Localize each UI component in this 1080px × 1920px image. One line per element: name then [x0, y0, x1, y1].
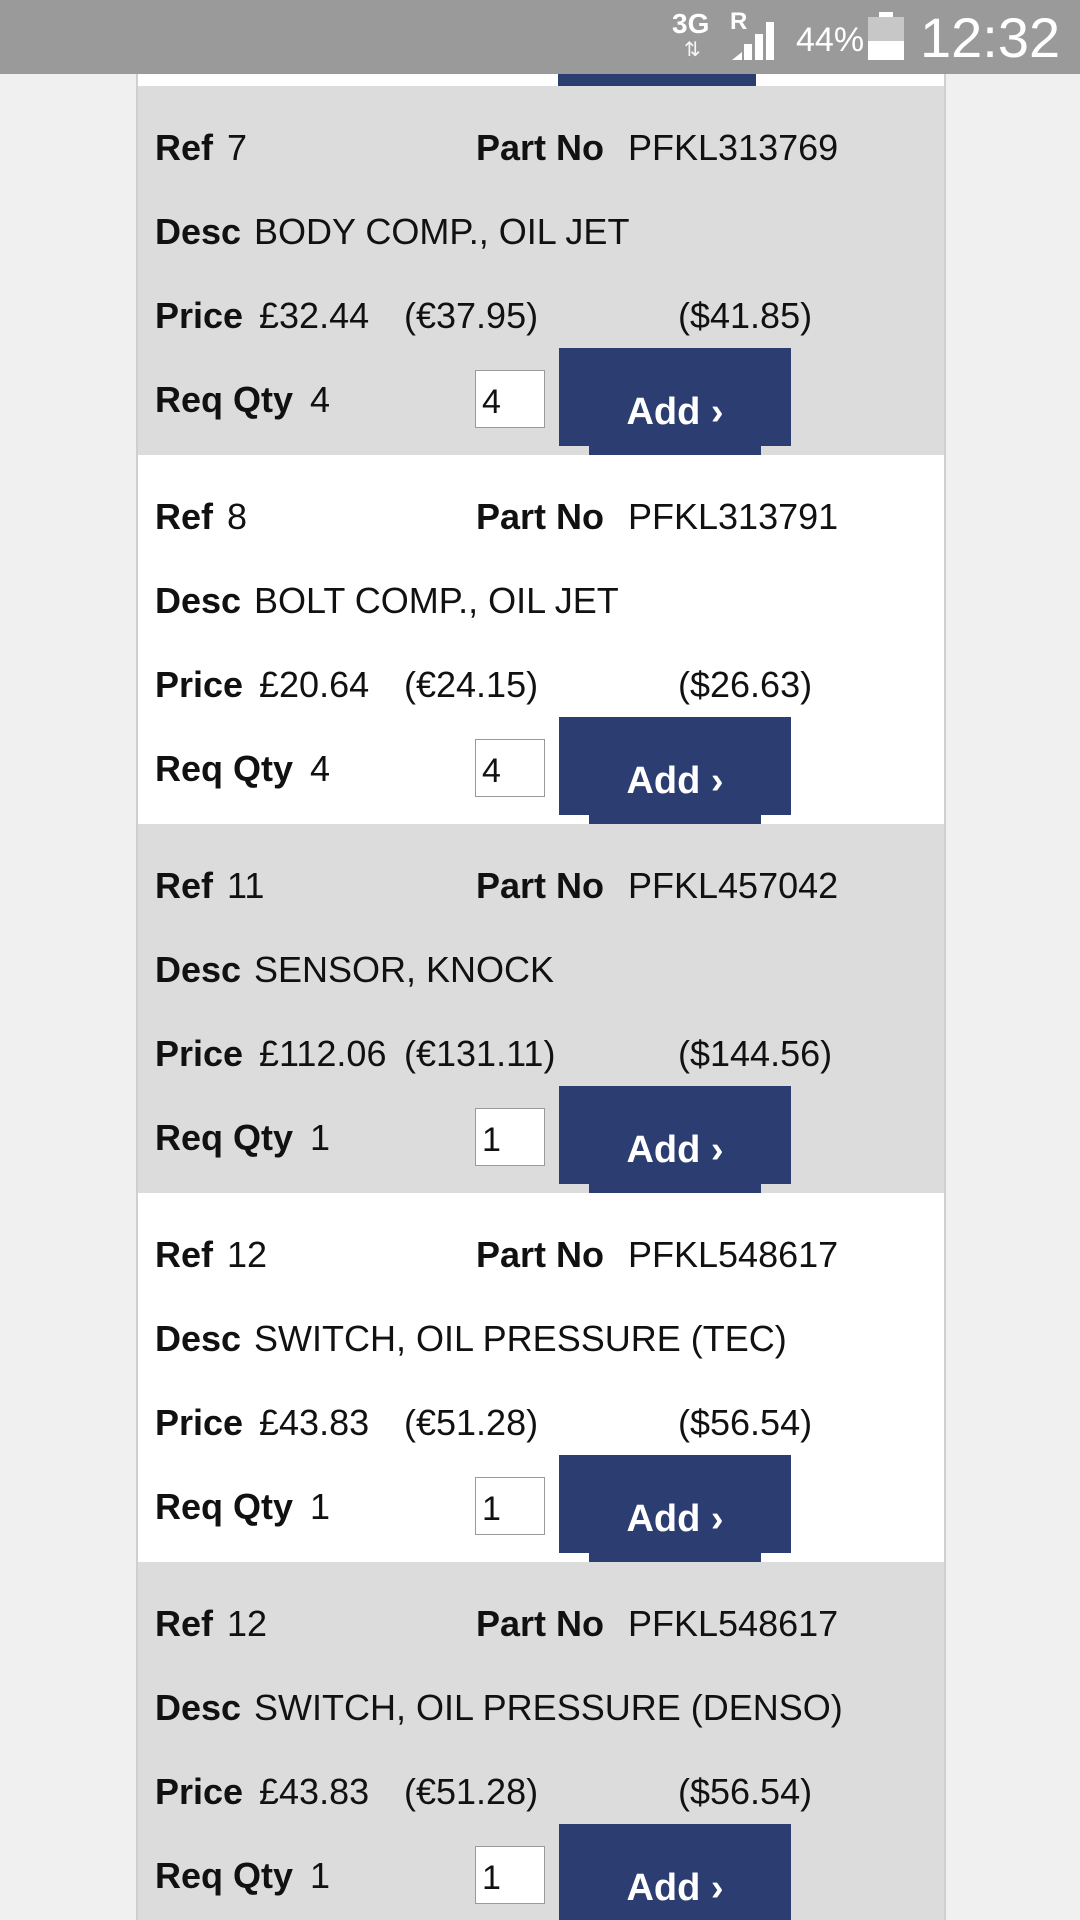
status-bar: 3G ⇅ R 44% 12:32 [0, 0, 1080, 74]
part-no-label: Part No [476, 1603, 605, 1644]
ref-value: 12 [227, 1603, 268, 1644]
part-row: Ref 7 Part No PFKL313769 Desc BODY COMP.… [138, 86, 944, 455]
add-to-basket-button[interactable]: Add › [559, 717, 791, 815]
add-button-base [589, 1553, 761, 1562]
req-qty-label: Req Qty [155, 1855, 294, 1896]
signal-icon [732, 22, 774, 60]
part-row: Ref 12 Part No PFKL548617 Desc SWITCH, O… [138, 1193, 944, 1562]
req-qty-value: 4 [310, 748, 331, 789]
desc-label: Desc [155, 580, 242, 621]
desc-label: Desc [155, 211, 242, 252]
req-qty-label: Req Qty [155, 1486, 294, 1527]
part-no-label: Part No [476, 127, 605, 168]
quantity-input[interactable] [475, 1846, 545, 1904]
desc-value: SWITCH, OIL PRESSURE (TEC) [254, 1318, 787, 1359]
previous-add-button[interactable] [558, 74, 756, 86]
data-activity-icon: ⇅ [684, 39, 701, 61]
part-no-value: PFKL313791 [628, 496, 839, 537]
req-qty-value: 4 [310, 379, 331, 420]
price-label: Price [155, 295, 244, 336]
quantity-input[interactable] [475, 1477, 545, 1535]
add-to-basket-button[interactable]: Add › [559, 1455, 791, 1553]
price-usd: ($26.63) [678, 664, 813, 705]
part-no-value: PFKL457042 [628, 865, 839, 906]
quantity-input[interactable] [475, 370, 545, 428]
previous-row-tail [138, 74, 944, 86]
price-eur: (€51.28) [404, 1771, 539, 1812]
price-eur: (€37.95) [404, 295, 539, 336]
part-row: Ref 8 Part No PFKL313791 Desc BOLT COMP.… [138, 455, 944, 824]
req-qty-label: Req Qty [155, 379, 294, 420]
battery-icon [868, 12, 904, 60]
price-eur: (€131.11) [404, 1033, 556, 1074]
part-no-label: Part No [476, 496, 605, 537]
quantity-input[interactable] [475, 1108, 545, 1166]
ref-label: Ref [155, 127, 214, 168]
parts-list: Ref 7 Part No PFKL313769 Desc BODY COMP.… [136, 74, 946, 1920]
price-label: Price [155, 1771, 244, 1812]
ref-value: 8 [227, 496, 248, 537]
price-usd: ($56.54) [678, 1771, 813, 1812]
desc-value: BODY COMP., OIL JET [254, 211, 630, 252]
network-type: 3G [672, 8, 710, 39]
price-eur: (€51.28) [404, 1402, 539, 1443]
part-row: Ref 12 Part No PFKL548617 Desc SWITCH, O… [138, 1562, 944, 1920]
part-no-value: PFKL548617 [628, 1603, 839, 1644]
desc-value: SWITCH, OIL PRESSURE (DENSO) [254, 1687, 843, 1728]
price-gbp: £43.83 [259, 1771, 370, 1812]
battery-percent: 44% [796, 21, 865, 59]
add-to-basket-button[interactable]: Add › [559, 1086, 791, 1184]
add-button-base [589, 446, 761, 455]
add-to-basket-button[interactable]: Add › [559, 1824, 791, 1920]
price-label: Price [155, 664, 244, 705]
req-qty-value: 1 [310, 1855, 331, 1896]
price-usd: ($56.54) [678, 1402, 813, 1443]
price-gbp: £112.06 [259, 1033, 387, 1074]
price-eur: (€24.15) [404, 664, 539, 705]
part-row: Ref 11 Part No PFKL457042 Desc SENSOR, K… [138, 824, 944, 1193]
desc-label: Desc [155, 1318, 242, 1359]
add-button-base [589, 815, 761, 824]
price-usd: ($144.56) [678, 1033, 833, 1074]
price-gbp: £20.64 [259, 664, 370, 705]
price-gbp: £32.44 [259, 295, 370, 336]
desc-value: SENSOR, KNOCK [254, 949, 555, 990]
clock: 12:32 [920, 6, 1061, 69]
part-no-value: PFKL548617 [628, 1234, 839, 1275]
req-qty-label: Req Qty [155, 748, 294, 789]
add-button-base [589, 1184, 761, 1193]
ref-label: Ref [155, 1234, 214, 1275]
price-label: Price [155, 1402, 244, 1443]
req-qty-value: 1 [310, 1486, 331, 1527]
price-gbp: £43.83 [259, 1402, 370, 1443]
req-qty-value: 1 [310, 1117, 331, 1158]
ref-value: 11 [227, 865, 265, 906]
desc-label: Desc [155, 949, 242, 990]
price-label: Price [155, 1033, 244, 1074]
req-qty-label: Req Qty [155, 1117, 294, 1158]
ref-label: Ref [155, 865, 214, 906]
ref-label: Ref [155, 496, 214, 537]
desc-label: Desc [155, 1687, 242, 1728]
ref-label: Ref [155, 1603, 214, 1644]
part-no-label: Part No [476, 1234, 605, 1275]
price-usd: ($41.85) [678, 295, 813, 336]
desc-value: BOLT COMP., OIL JET [254, 580, 619, 621]
add-to-basket-button[interactable]: Add › [559, 348, 791, 446]
ref-value: 7 [227, 127, 248, 168]
quantity-input[interactable] [475, 739, 545, 797]
part-no-value: PFKL313769 [628, 127, 839, 168]
ref-value: 12 [227, 1234, 268, 1275]
part-no-label: Part No [476, 865, 605, 906]
